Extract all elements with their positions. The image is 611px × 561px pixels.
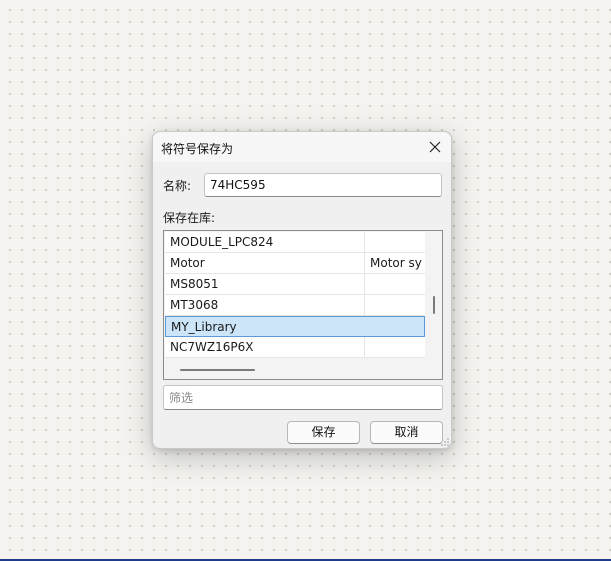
library-list[interactable]: MODULE_LPC824 Motor Motor sy MS8051 MT30… <box>163 230 443 380</box>
vertical-scrollbar[interactable] <box>433 296 435 314</box>
library-row-selected[interactable]: MY_Library <box>165 316 425 337</box>
library-description: Motor sy <box>370 256 422 270</box>
library-name: Motor <box>170 256 205 270</box>
horizontal-scrollbar[interactable] <box>180 369 255 371</box>
library-row[interactable]: Motor Motor sy <box>165 253 425 274</box>
column-divider <box>364 274 365 294</box>
column-divider <box>364 232 365 252</box>
save-button[interactable]: 保存 <box>287 421 360 444</box>
save-symbol-dialog: 将符号保存为 名称: 保存在库: MODULE_LPC824 Motor Mot… <box>152 131 452 449</box>
library-row[interactable]: NC7WZ16P6X <box>165 337 425 358</box>
library-name: MT3068 <box>170 298 219 312</box>
name-label: 名称: <box>163 179 192 193</box>
library-name: NC7WZ16P6X <box>170 340 254 354</box>
column-divider <box>364 253 365 273</box>
filter-input[interactable] <box>163 385 443 410</box>
dialog-title: 将符号保存为 <box>161 142 234 156</box>
resize-grip-icon[interactable] <box>441 438 449 446</box>
dialog-titlebar[interactable]: 将符号保存为 <box>153 132 451 162</box>
library-rows: MODULE_LPC824 Motor Motor sy MS8051 MT30… <box>165 232 425 358</box>
column-divider <box>365 317 366 336</box>
library-name: MY_Library <box>171 320 237 334</box>
close-button[interactable] <box>423 135 447 159</box>
library-row[interactable]: MS8051 <box>165 274 425 295</box>
library-label: 保存在库: <box>163 211 216 225</box>
column-divider <box>364 337 365 357</box>
column-divider <box>364 295 365 315</box>
library-row[interactable]: MT3068 <box>165 295 425 316</box>
library-name: MODULE_LPC824 <box>170 235 274 249</box>
name-input[interactable] <box>204 173 442 197</box>
cancel-button[interactable]: 取消 <box>370 421 443 444</box>
library-row[interactable]: MODULE_LPC824 <box>165 232 425 253</box>
close-icon <box>429 141 441 153</box>
library-name: MS8051 <box>170 277 219 291</box>
